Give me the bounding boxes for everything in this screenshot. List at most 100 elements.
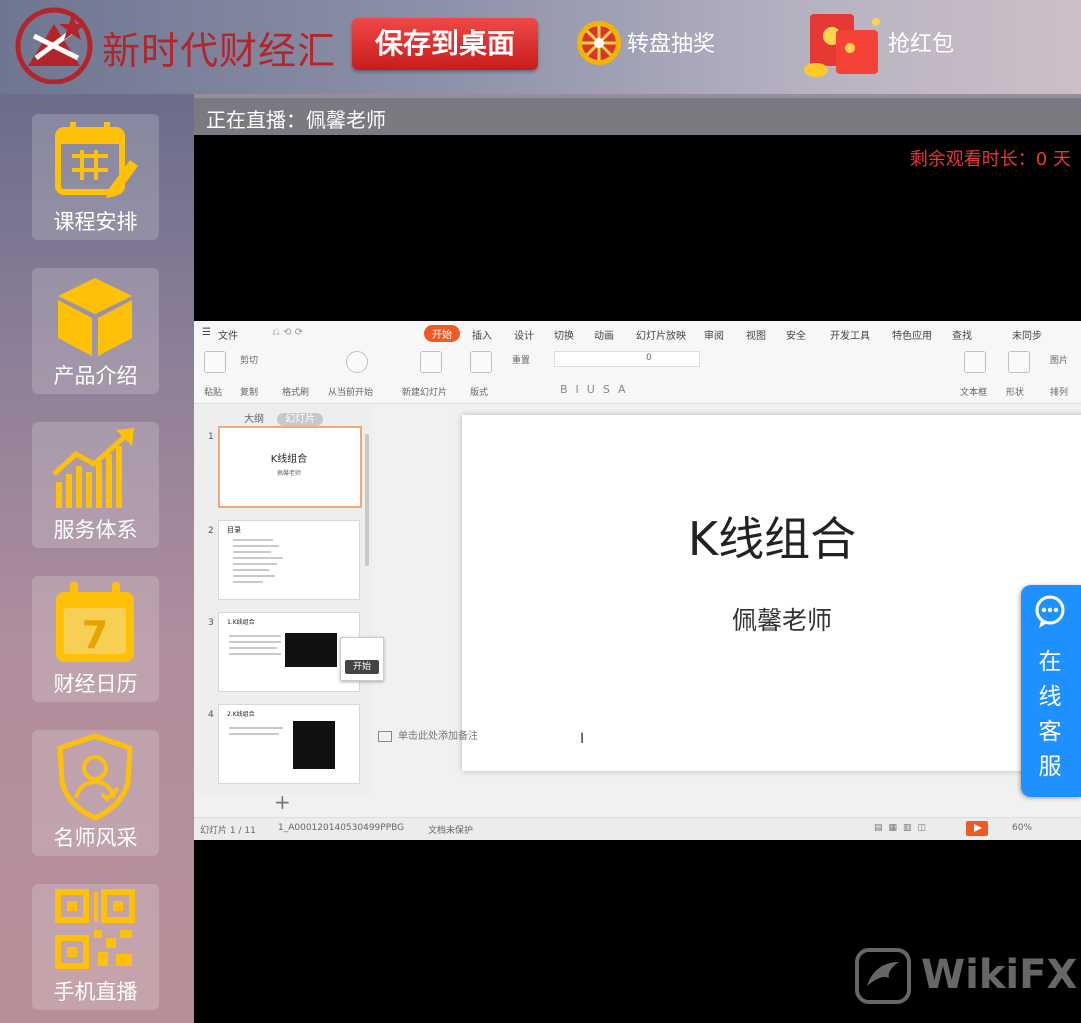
tab-design: 设计 [514,331,534,342]
online-service-char: 线 [1038,684,1062,710]
status-bar: 幻灯片 1 / 11 1_A0001201405304​99PPBG 文档未保护… [194,817,1081,840]
tab-developer: 开发工具 [830,331,870,342]
thumb-title: K线组合 [270,454,308,465]
slide-thumbnail: K线组合 佩馨老师 [218,426,362,508]
font-style-icons: BIUSA [560,383,634,396]
online-service-char: 服 [1038,754,1062,780]
remaining-time: 剩余观看时长：0 天 [909,149,1071,170]
shape-icon [1008,351,1030,373]
svg-text:7: 7 [82,613,108,657]
brand-logo-icon [15,7,93,84]
top-bar: 新时代财经汇 保存到桌面 转盘抽奖 抢红包 [0,0,1081,94]
ribbon-label: 重置 [512,356,531,366]
play-from-current-icon [346,351,368,373]
brand-name: 新时代财经汇 [102,29,337,73]
tab-home: 开始 [424,325,460,342]
thumb-number: 4 [208,710,214,720]
tab-view: 视图 [746,331,766,342]
textbox-icon [964,351,986,373]
ribbon-label: 文本框 [960,388,988,398]
wikifx-watermark: WikiFX [855,948,1077,1004]
tab-features: 特色应用 [892,331,932,342]
save-to-desktop-button[interactable]: 保存到桌面 [352,18,538,70]
tab-file: 文件 [218,331,238,342]
tab-insert: 插入 [472,331,492,342]
font-family-select [554,351,700,367]
chat-bubble-icon [1035,595,1065,628]
ribbon-toolbar: 粘贴 剪切 复制 格式刷 从当前开始 新建幻灯片 版式 重置 0 BIUSA 文… [194,345,1081,404]
ribbon-tabs: ☰ 文件 ⎌ ⟲ ⟳ 开始 插入 设计 切换 动画 幻灯片放映 审阅 视图 安全… [194,321,1081,345]
presentation-screen: ☰ 文件 ⎌ ⟲ ⟳ 开始 插入 设计 切换 动画 幻灯片放映 审阅 视图 安全… [194,321,1081,840]
prize-wheel-icon[interactable] [576,20,622,66]
growth-chart-icon [52,428,134,508]
slide-counter: 幻灯片 1 / 11 [200,826,256,836]
sidebar: 课程安排 产品介绍 服务体系 7 财经日历 名师风采 手机直播 [0,94,194,1023]
red-envelope-icon[interactable] [800,10,886,78]
slide-thumbnail: 1.K线组合 [218,612,360,692]
online-service-button[interactable]: 在线客服 [1021,585,1081,797]
sidebar-item-schedule[interactable]: 课程安排 [32,114,159,240]
font-size-value: 0 [646,353,652,363]
sidebar-item-label: 名师风采 [53,826,138,850]
tab-outline: 大纲 [244,414,264,425]
online-service-char: 客 [1038,719,1062,745]
video-player[interactable]: 剩余观看时长：0 天 ☰ 文件 ⎌ ⟲ ⟳ 开始 插入 设计 切换 动画 幻灯片… [194,135,1081,1023]
thumbnail-popover: 开始 [340,637,384,681]
thumb-subtitle: 佩馨老师 [276,470,301,477]
sidebar-item-products[interactable]: 产品介绍 [32,268,159,394]
new-slide-icon [420,351,442,373]
menu-icon: ☰ [202,327,211,338]
tab-sync: 未同步 [1012,331,1042,342]
ribbon-label: 版式 [470,388,489,398]
zoom-level: 60% [1012,823,1033,833]
thumbnail-scrollbar [365,434,369,566]
ribbon-label: 复制 [240,388,259,398]
red-envelope-label[interactable]: 抢红包 [888,26,954,58]
paste-icon [204,351,226,373]
sidebar-item-label: 课程安排 [53,210,138,234]
calendar-pencil-icon [55,122,138,198]
ribbon-label: 排列 [1050,388,1069,398]
tab-slideshow: 幻灯片放映 [636,331,686,342]
wikifx-logo-icon [855,948,911,1004]
sidebar-item-mobile-live[interactable]: 手机直播 [32,884,159,1010]
tab-slides: 幻灯片 [277,413,324,426]
sidebar-item-calendar[interactable]: 7 财经日历 [32,576,159,702]
online-service-label: 在线客服 [1021,645,1079,785]
tab-transition: 切换 [554,331,574,342]
file-name: 1_A0001201405304​99PPBG [278,823,405,833]
live-title-bar: 正在直播：佩馨老师 [194,98,1081,135]
prize-wheel-label[interactable]: 转盘抽奖 [627,26,715,58]
text-cursor-icon: I [580,731,585,747]
add-slide-icon: + [274,790,291,814]
layout-icon [470,351,492,373]
slide-thumbnail: 目录 [218,520,360,600]
ribbon-label: 图片 [1050,356,1069,366]
slide-thumbnail: 2.K线组合 [218,704,360,784]
sidebar-item-services[interactable]: 服务体系 [32,422,159,548]
online-service-char: 在 [1038,649,1062,675]
slide-thumbnail-panel: 大纲 幻灯片 1 K线组合 佩馨老师 2 目录 3 1.K线组合 开始 4 2.… [194,404,384,814]
teacher-shield-icon [57,733,133,821]
slide-title: K线组合 [687,512,857,566]
ribbon-label: 形状 [1006,388,1025,398]
undo-icon: ⎌ ⟲ ⟳ [272,327,304,338]
ribbon-label: 格式刷 [282,388,310,398]
view-mode-icons: ▤▦▥◫ [874,823,933,833]
thumb-title: 1.K线组合 [227,619,255,626]
sidebar-item-teachers[interactable]: 名师风采 [32,730,159,856]
box-icon [58,278,132,356]
thumb-number: 2 [208,526,214,536]
tab-review: 审阅 [704,331,724,342]
thumb-title: 2.K线组合 [227,711,255,718]
ribbon-label: 从当前开始 [328,388,374,398]
panel-tabs: 大纲 幻灯片 [244,410,324,426]
sidebar-item-label: 服务体系 [53,518,138,542]
slide-subtitle: 佩馨老师 [731,606,832,635]
notes-icon [378,730,392,742]
thumb-title: 目录 [227,526,241,534]
mini-chart [285,633,337,667]
qr-code-icon [55,889,135,969]
slide-canvas: K线组合 佩馨老师 [462,415,1081,771]
slideshow-play-icon [966,821,988,836]
